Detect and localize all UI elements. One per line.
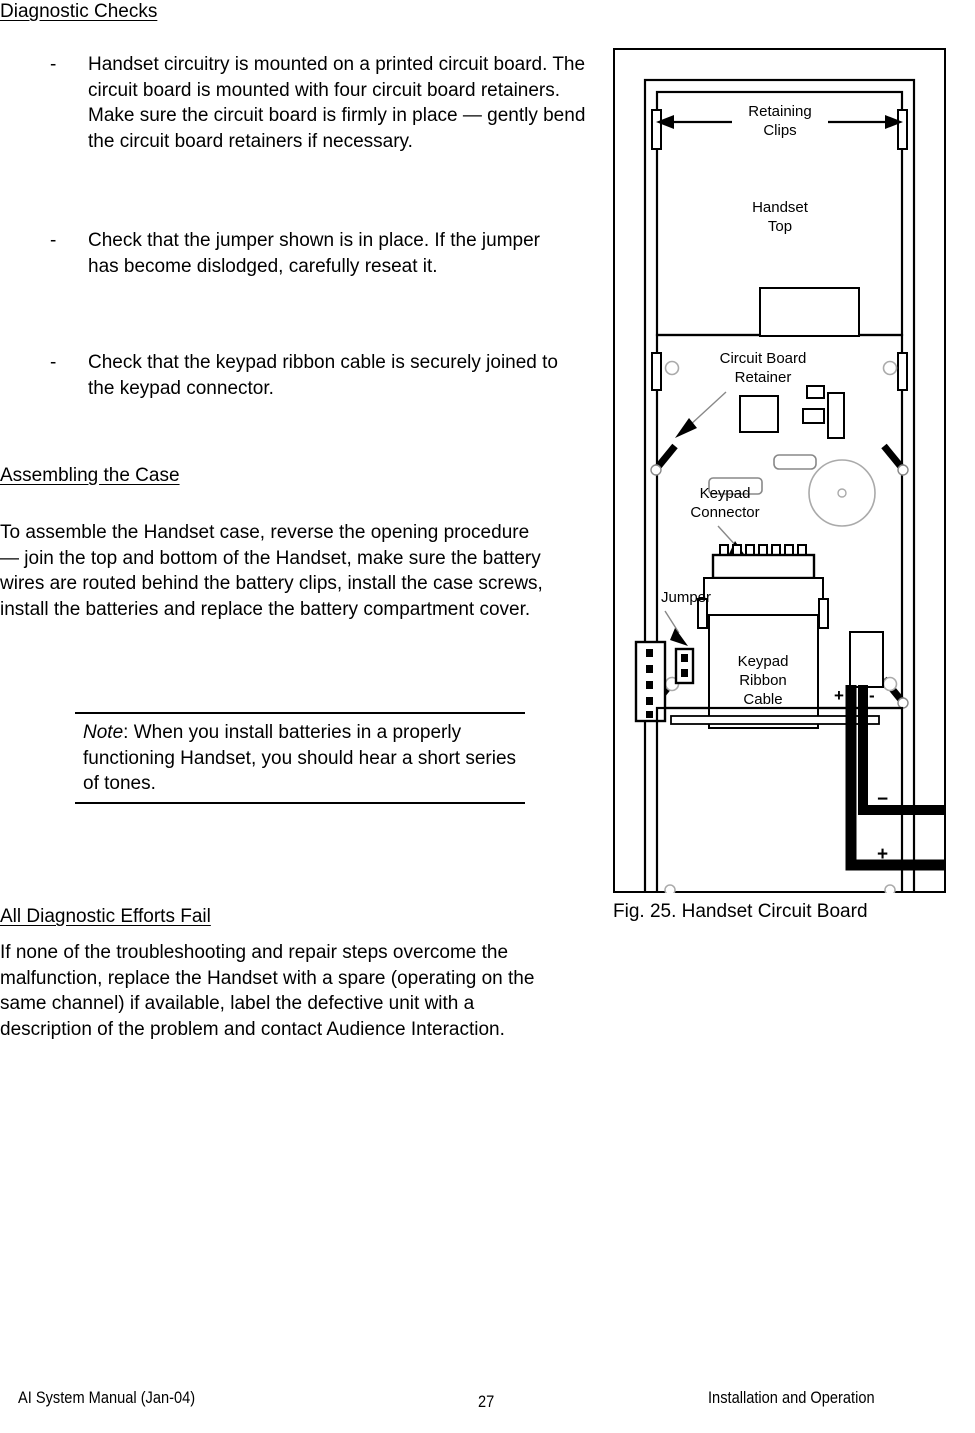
keypad-connector	[711, 544, 816, 580]
label-wire-negative: −	[877, 789, 888, 810]
case-screw-hole-bottom-left	[664, 884, 676, 893]
retaining-clip-top-right	[897, 109, 908, 150]
label-circuit-board-retainer-line2: Retainer	[735, 369, 792, 386]
label-keypad-ribbon-cable-line3: Cable	[743, 691, 782, 708]
screw-hole-upper-left	[664, 360, 680, 376]
bullet-text: Handset circuitry is mounted on a printe…	[88, 54, 586, 152]
label-keypad-connector-line2: Connector	[690, 504, 759, 521]
all-diagnostic-efforts-fail-body: If none of the troubleshooting and repai…	[0, 942, 535, 1040]
component-rounded-rect-right	[773, 454, 817, 470]
component-vertical-rect	[827, 392, 845, 439]
footer-section-title: Installation and Operation	[708, 1388, 875, 1407]
section-heading-assembling-the-case: Assembling the Case	[0, 465, 180, 486]
circuit-board-retainer-upper-right	[881, 443, 909, 476]
label-retaining-clips-line2: Clips	[763, 122, 796, 139]
component-small-square-upper	[806, 385, 825, 399]
footer-manual-title: AI System Manual (Jan-04)	[18, 1388, 196, 1407]
section-heading-all-diagnostic-efforts-fail: All Diagnostic Efforts Fail	[0, 906, 211, 927]
footer-page-number: 27	[478, 1392, 495, 1411]
label-keypad-connector-line1: Keypad	[700, 485, 751, 502]
bullet-item: - Handset circuitry is mounted on a prin…	[0, 52, 598, 154]
jumper-arrow-head	[670, 628, 688, 646]
retaining-clip-mid-right	[897, 352, 908, 391]
page-footer: AI System Manual (Jan-04) 27 Installatio…	[0, 1388, 975, 1418]
note-box: Note: When you install batteries in a pr…	[75, 712, 525, 804]
figure-caption: Fig. 25. Handset Circuit Board	[613, 901, 868, 922]
retaining-clip-mid-left	[651, 352, 662, 391]
bullet-item: - Check that the keypad ribbon cable is …	[0, 350, 558, 401]
label-handset-top-line2: Top	[768, 218, 792, 235]
label-keypad-ribbon-cable-line1: Keypad	[738, 653, 789, 670]
bullet-text: Check that the keypad ribbon cable is se…	[88, 352, 558, 399]
display-window	[759, 287, 860, 337]
keypad-ribbon-cable-upper	[703, 577, 824, 616]
handset-circuit-board-drawing: Retaining Clips Handset Top Circuit Boar…	[634, 78, 946, 893]
label-battery-minus-terminal: -	[869, 686, 875, 705]
speaker-center-hole	[837, 488, 847, 498]
label-retaining-clips-line1: Retaining	[748, 103, 811, 120]
note-label: Note	[83, 722, 124, 743]
label-keypad-ribbon-cable-line2: Ribbon	[739, 672, 787, 689]
bullet-item: - Check that the jumper shown is in plac…	[0, 228, 568, 279]
component-ic-chip	[739, 395, 779, 433]
bullet-text: Check that the jumper shown is in place.…	[88, 230, 541, 277]
note-text: Note: When you install batteries in a pr…	[75, 720, 525, 797]
label-handset-top-line1: Handset	[752, 199, 809, 216]
case-screw-hole-bottom-right	[884, 884, 896, 893]
figure-handset-circuit-board: Retaining Clips Handset Top Circuit Boar…	[613, 48, 946, 893]
jumper-leader-line	[664, 610, 680, 634]
component-small-square-lower	[802, 408, 825, 424]
bullet-marker: -	[50, 54, 57, 75]
jumper-block	[674, 647, 695, 685]
left-pin-header	[634, 640, 667, 723]
assembling-the-case-body: To assemble the Handset case, reverse th…	[0, 522, 543, 620]
label-battery-plus-terminal: +	[834, 686, 844, 705]
screw-hole-upper-right	[882, 360, 898, 376]
label-wire-positive: +	[877, 844, 888, 865]
bullet-marker: -	[50, 230, 57, 251]
section-heading-diagnostic-checks: Diagnostic Checks	[0, 1, 158, 22]
circuit-board-retainer-leader-line	[688, 391, 727, 427]
ribbon-cable-tab-right	[818, 598, 829, 629]
page: Diagnostic Checks - Handset circuitry is…	[0, 0, 975, 1433]
screw-hole-lower-right	[882, 676, 898, 692]
bullet-marker: -	[50, 352, 57, 373]
label-circuit-board-retainer-line1: Circuit Board	[720, 350, 807, 367]
note-body: : When you install batteries in a proper…	[83, 722, 517, 795]
retaining-clip-top-left	[651, 109, 662, 150]
label-jumper: Jumper	[661, 589, 711, 606]
component-right-module	[849, 631, 884, 688]
circuit-board-retainer-upper-left	[650, 443, 678, 476]
